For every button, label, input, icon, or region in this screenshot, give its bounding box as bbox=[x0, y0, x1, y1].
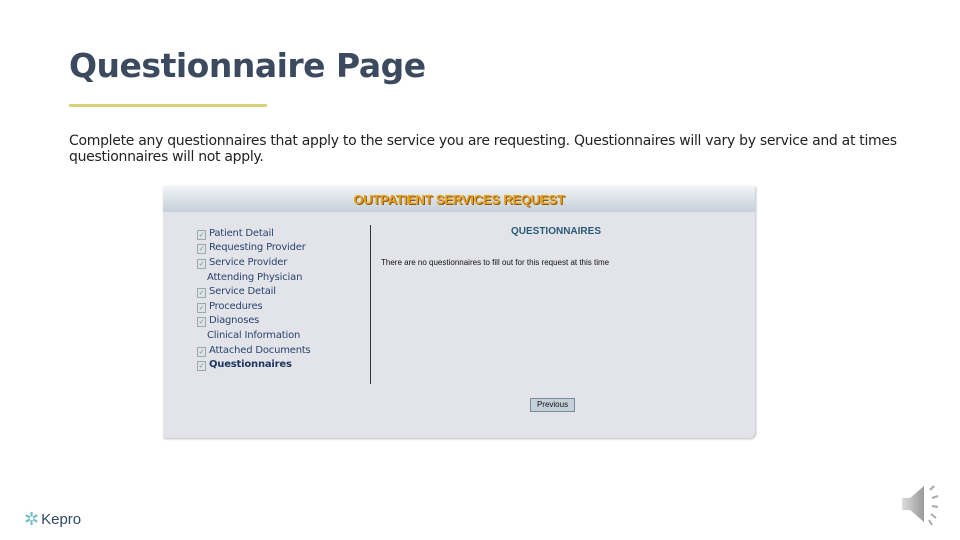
empty-message: There are no questionnaires to fill out … bbox=[381, 258, 610, 267]
checklist-icon: ✓ bbox=[197, 244, 206, 255]
section-nav: ✓ Patient Detail ✓ Requesting Provider ✓ Serv… bbox=[197, 226, 311, 372]
nav-item-label: Attending Physician bbox=[207, 271, 303, 283]
kepro-logo: ✲ Kepro bbox=[24, 509, 81, 530]
divider bbox=[370, 225, 371, 384]
nav-item-label: Diagnoses bbox=[209, 315, 260, 327]
nav-item-label: Patient Detail bbox=[209, 227, 274, 239]
nav-item-label: Attached Documents bbox=[209, 344, 311, 356]
slide-title: Questionnaire Page bbox=[69, 46, 426, 85]
nav-item[interactable]: ✓ Procedures bbox=[197, 299, 311, 314]
nav-item[interactable]: Clinical Information bbox=[197, 328, 311, 343]
nav-item[interactable]: ✓ Diagnoses bbox=[197, 314, 311, 329]
checklist-icon: ✓ bbox=[197, 288, 206, 299]
checklist-icon: ✓ bbox=[197, 302, 206, 313]
checklist-icon: ✓ bbox=[197, 229, 206, 240]
header-title: OUTPATIENT SERVICES REQUEST bbox=[353, 192, 565, 207]
previous-button[interactable]: Previous bbox=[530, 398, 575, 412]
nav-item[interactable]: ✓ Service Provider bbox=[197, 255, 311, 270]
nav-item-label: Questionnaires bbox=[209, 359, 292, 371]
title-underline bbox=[69, 104, 267, 107]
nav-item[interactable]: Attending Physician bbox=[197, 270, 311, 285]
nav-item-label: Procedures bbox=[209, 300, 263, 312]
checklist-icon: ✓ bbox=[197, 258, 206, 269]
logo-text: Kepro bbox=[41, 511, 82, 528]
nav-item[interactable]: ✓ Service Detail bbox=[197, 284, 311, 299]
checklist-icon: ✓ bbox=[197, 317, 206, 328]
nav-item[interactable]: ✓ Questionnaires bbox=[197, 357, 311, 372]
nav-item-label: Service Detail bbox=[209, 286, 276, 298]
nav-item[interactable]: ✓ Requesting Provider bbox=[197, 241, 311, 256]
checklist-icon: ✓ bbox=[197, 361, 206, 372]
nav-item[interactable]: ✓ Patient Detail bbox=[197, 226, 311, 241]
nav-item[interactable]: ✓ Attached Documents bbox=[197, 343, 311, 358]
checklist-icon: ✓ bbox=[197, 346, 206, 357]
outpatient-request-screenshot: OUTPATIENT SERVICES REQUEST ✓ Patient Det… bbox=[163, 186, 755, 438]
speaker-icon[interactable] bbox=[900, 482, 948, 531]
section-title: QUESTIONNAIRES bbox=[510, 226, 601, 237]
slide-description: Complete any questionnaires that apply t… bbox=[69, 133, 897, 165]
nav-item-label: Requesting Provider bbox=[209, 242, 306, 254]
kepro-logo-icon: ✲ bbox=[24, 509, 40, 529]
header-band: OUTPATIENT SERVICES REQUEST bbox=[163, 186, 755, 212]
nav-item-label: Service Provider bbox=[209, 256, 288, 268]
nav-item-label: Clinical Information bbox=[207, 329, 301, 341]
